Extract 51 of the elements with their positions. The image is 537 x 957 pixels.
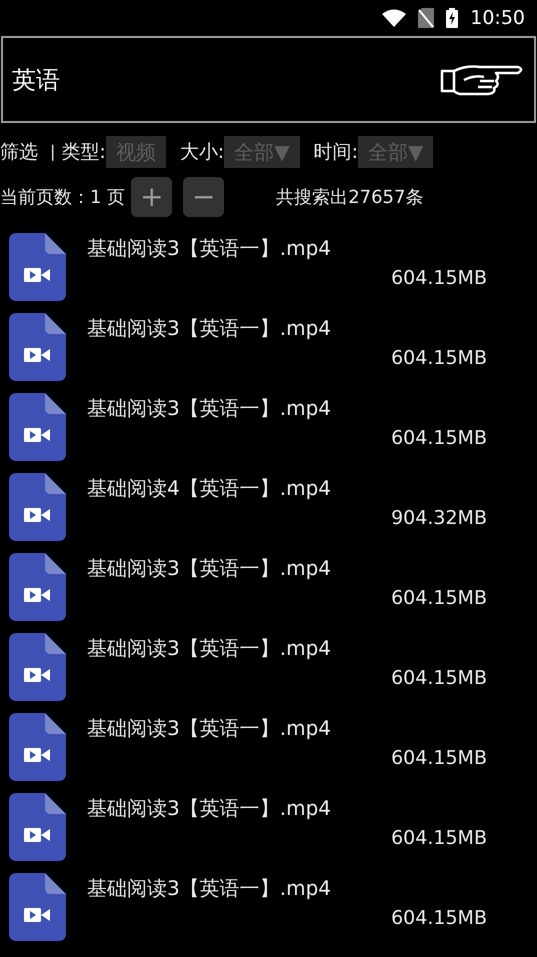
file-row[interactable]: 基础阅读3【英语一】.mp4 604.15MB xyxy=(0,630,537,710)
file-name: 基础阅读3【英语一】.mp4 xyxy=(87,555,331,582)
file-size: 604.15MB xyxy=(391,426,487,451)
filter-label: 类型: xyxy=(61,140,106,165)
video-file-icon xyxy=(9,393,66,461)
filter-label: 大小: xyxy=(180,140,224,165)
video-file-icon xyxy=(9,553,66,621)
file-size: 604.15MB xyxy=(391,346,487,371)
file-row[interactable]: 基础阅读3【英语一】.mp4 604.15MB xyxy=(0,550,537,630)
no-sim-icon xyxy=(418,8,434,28)
file-size: 604.15MB xyxy=(391,906,487,931)
pointing-hand-icon[interactable] xyxy=(440,62,524,96)
wifi-icon xyxy=(382,9,406,27)
video-file-icon xyxy=(9,233,66,301)
file-name: 基础阅读3【英语一】.mp4 xyxy=(87,315,331,342)
page-count: 当前页数：1 页 xyxy=(0,186,126,210)
file-name: 基础阅读3【英语一】.mp4 xyxy=(87,635,331,662)
next-page-button[interactable]: + xyxy=(131,177,172,217)
file-size: 604.15MB xyxy=(391,266,487,291)
video-file-icon xyxy=(9,873,66,941)
file-row[interactable]: 基础阅读3【英语一】.mp4 604.15MB xyxy=(0,870,537,950)
clock: 10:50 xyxy=(470,6,525,31)
file-size: 604.15MB xyxy=(391,746,487,771)
filter-label: 筛选 xyxy=(0,140,38,165)
video-file-icon xyxy=(9,633,66,701)
video-file-icon xyxy=(9,313,66,381)
result-count: 共搜索出27657条 xyxy=(276,186,424,210)
file-size: 604.15MB xyxy=(391,666,487,691)
file-name: 基础阅读3【英语一】.mp4 xyxy=(87,795,331,822)
file-row[interactable]: 基础阅读3【英语一】.mp4 604.15MB xyxy=(0,230,537,310)
file-size: 604.15MB xyxy=(391,586,487,611)
filter-label: 时间: xyxy=(314,140,358,165)
file-size: 904.32MB xyxy=(391,506,487,531)
file-name: 基础阅读3【英语一】.mp4 xyxy=(87,715,331,742)
file-name: 基础阅读3【英语一】.mp4 xyxy=(87,235,331,262)
file-row[interactable]: 基础阅读4【英语一】.mp4 904.32MB xyxy=(0,470,537,550)
file-row[interactable]: 基础阅读3【英语一】.mp4 604.15MB xyxy=(0,790,537,870)
video-file-icon xyxy=(9,793,66,861)
file-size: 604.15MB xyxy=(391,826,487,851)
separator-text: | xyxy=(50,141,56,163)
previous-page-button[interactable]: − xyxy=(183,177,224,217)
file-row[interactable]: 基础阅读3【英语一】.mp4 604.15MB xyxy=(0,710,537,790)
video-file-icon xyxy=(9,473,66,541)
file-name: 基础阅读3【英语一】.mp4 xyxy=(87,395,331,422)
file-row[interactable]: 基础阅读3【英语一】.mp4 604.15MB xyxy=(0,390,537,470)
file-name: 基础阅读4【英语一】.mp4 xyxy=(87,475,331,502)
file-name: 基础阅读3【英语一】.mp4 xyxy=(87,875,331,902)
video-file-icon xyxy=(9,713,66,781)
file-row[interactable]: 基础阅读3【英语一】.mp4 604.15MB xyxy=(0,310,537,390)
search-field[interactable]: 英语 xyxy=(12,62,312,98)
battery-charging-icon xyxy=(446,8,458,28)
